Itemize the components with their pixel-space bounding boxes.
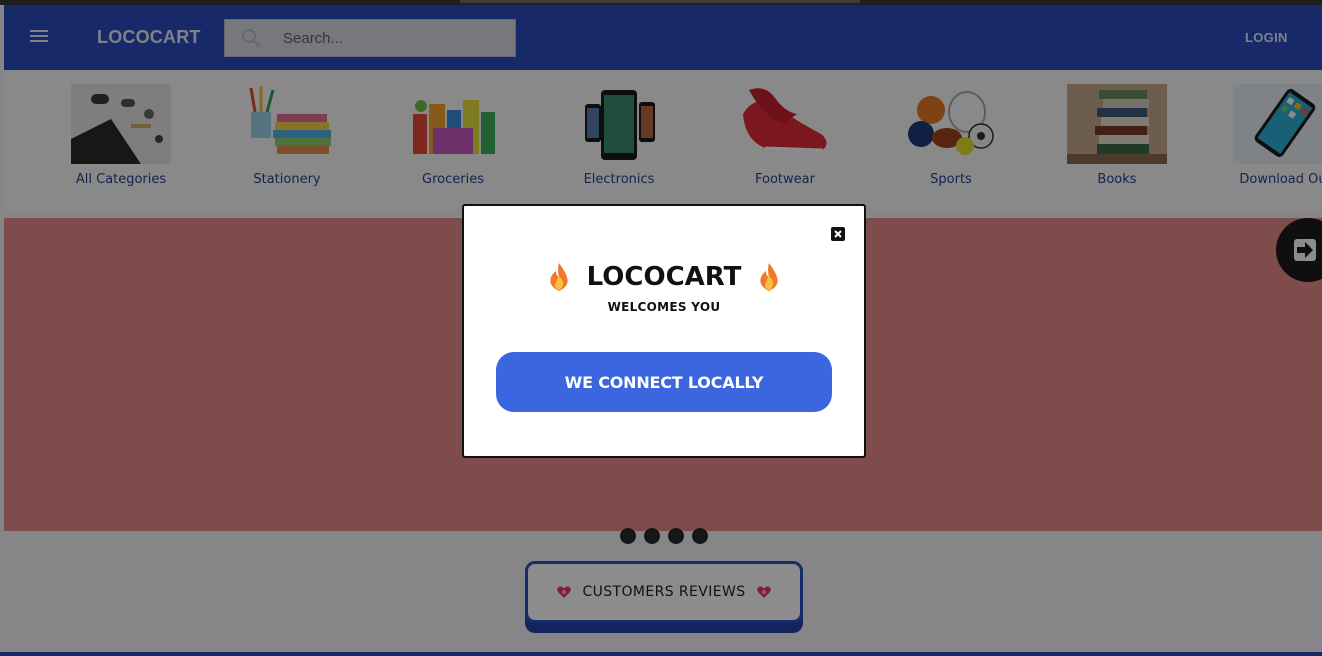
fire-icon xyxy=(760,263,779,291)
close-icon[interactable] xyxy=(831,227,845,241)
fire-icon xyxy=(549,263,568,291)
modal-title-row: LOCOCART xyxy=(464,262,864,292)
modal-subtitle: WELCOMES YOU xyxy=(607,300,721,314)
modal-title: LOCOCART xyxy=(586,262,742,292)
we-connect-locally-button[interactable]: WE CONNECT LOCALLY xyxy=(496,352,832,412)
welcome-modal: LOCOCART WELCOMES YOU WE CONNECT LOCALLY xyxy=(462,204,866,458)
